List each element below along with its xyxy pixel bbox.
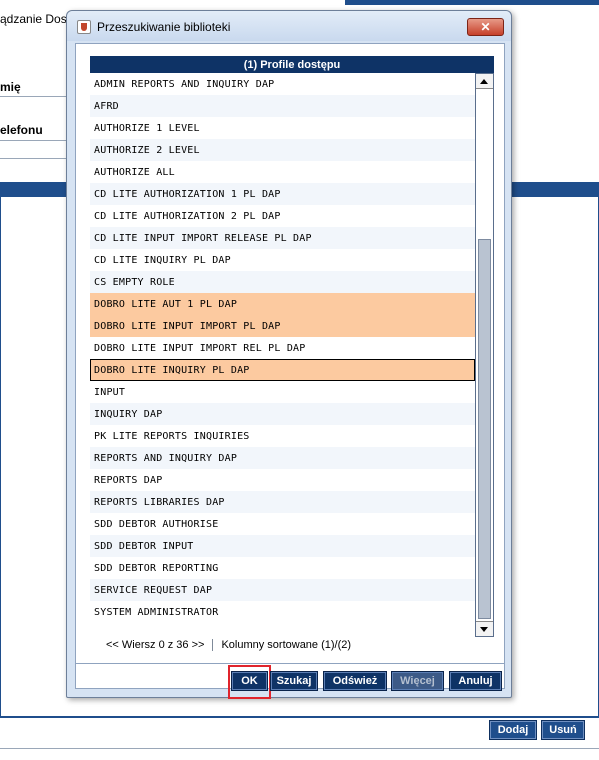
more-button[interactable]: Więcej: [391, 671, 444, 691]
cancel-button[interactable]: Anuluj: [449, 671, 502, 691]
row-pager[interactable]: << Wiersz 0 z 36 >>: [90, 639, 204, 651]
table-row[interactable]: CD LITE AUTHORIZATION 1 PL DAP: [90, 183, 475, 205]
table-row[interactable]: DOBRO LITE INQUIRY PL DAP: [90, 359, 475, 381]
search-button[interactable]: Szukaj: [270, 671, 318, 691]
vertical-scrollbar[interactable]: [475, 73, 494, 637]
scroll-down-arrow-icon[interactable]: [476, 621, 493, 636]
table-row[interactable]: CD LITE INPUT IMPORT RELEASE PL DAP: [90, 227, 475, 249]
table-status-bar: << Wiersz 0 z 36 >> Kolumny sortowane (1…: [90, 637, 494, 653]
table-row[interactable]: REPORTS DAP: [90, 469, 475, 491]
ok-button[interactable]: OK: [231, 671, 268, 691]
close-button[interactable]: ✕: [467, 18, 504, 36]
button-bar-divider: [75, 663, 505, 664]
library-search-dialog: Przeszukiwanie biblioteki ✕ (1) Profile …: [66, 10, 512, 699]
background-divider: [0, 96, 70, 97]
table-row[interactable]: INQUIRY DAP: [90, 403, 475, 425]
table-row[interactable]: REPORTS LIBRARIES DAP: [90, 491, 475, 513]
table-row[interactable]: CD LITE AUTHORIZATION 2 PL DAP: [90, 205, 475, 227]
table-column-header[interactable]: (1) Profile dostępu: [90, 56, 494, 73]
table-row[interactable]: SDD DEBTOR INPUT: [90, 535, 475, 557]
table-row[interactable]: CS EMPTY ROLE: [90, 271, 475, 293]
table-row[interactable]: SDD DEBTOR REPORTING: [90, 557, 475, 579]
close-icon: ✕: [480, 20, 491, 34]
add-button[interactable]: Dodaj: [489, 720, 537, 740]
background-divider: [0, 158, 70, 159]
refresh-button[interactable]: Odśwież: [323, 671, 387, 691]
table-row[interactable]: REPORTS AND INQUIRY DAP: [90, 447, 475, 469]
table-row[interactable]: SDD DEBTOR AUTHORISE: [90, 513, 475, 535]
background-divider: [0, 716, 599, 718]
sort-info: Kolumny sortowane (1)/(2): [221, 639, 352, 651]
screen: ądzanie Dos mię elefonu Dodaj Usuń Przes…: [0, 0, 599, 760]
scroll-up-arrow-icon[interactable]: [476, 74, 493, 89]
java-app-icon: [77, 20, 91, 34]
table-row[interactable]: AUTHORIZE 1 LEVEL: [90, 117, 475, 139]
table-row[interactable]: AUTHORIZE ALL: [90, 161, 475, 183]
access-profile-list: ADMIN REPORTS AND INQUIRY DAP AFRD AUTHORI…: [90, 73, 475, 637]
remove-button[interactable]: Usuń: [541, 720, 585, 740]
table-row[interactable]: CD LITE INQUIRY PL DAP: [90, 249, 475, 271]
background-window-title: ądzanie Dos: [0, 12, 67, 26]
table-row[interactable]: PK LITE REPORTS INQUIRIES: [90, 425, 475, 447]
table-row[interactable]: DOBRO LITE INPUT IMPORT REL PL DAP: [90, 337, 475, 359]
table-row[interactable]: DOBRO LITE AUT 1 PL DAP: [90, 293, 475, 315]
background-field-label-name: mię: [0, 80, 21, 94]
table-row[interactable]: AFRD: [90, 95, 475, 117]
table-row[interactable]: SYSTEM ADMINISTRATOR: [90, 601, 475, 623]
table-row[interactable]: ADMIN REPORTS AND INQUIRY DAP: [90, 73, 475, 95]
background-divider: [0, 140, 70, 141]
background-divider: [0, 748, 599, 749]
dialog-content-panel: (1) Profile dostępu ADMIN REPORTS AND IN…: [75, 43, 505, 689]
table-row[interactable]: AUTHORIZE 2 LEVEL: [90, 139, 475, 161]
table-row[interactable]: DOBRO LITE INPUT IMPORT PL DAP: [90, 315, 475, 337]
background-top-bar: [345, 0, 599, 5]
dialog-titlebar[interactable]: Przeszukiwanie biblioteki ✕: [67, 11, 511, 41]
background-field-label-phone: elefonu: [0, 123, 43, 137]
dialog-title: Przeszukiwanie biblioteki: [97, 20, 231, 34]
scrollbar-thumb[interactable]: [478, 239, 491, 619]
table-row[interactable]: SERVICE REQUEST DAP: [90, 579, 475, 601]
status-separator: [212, 639, 214, 651]
table-row[interactable]: INPUT: [90, 381, 475, 403]
